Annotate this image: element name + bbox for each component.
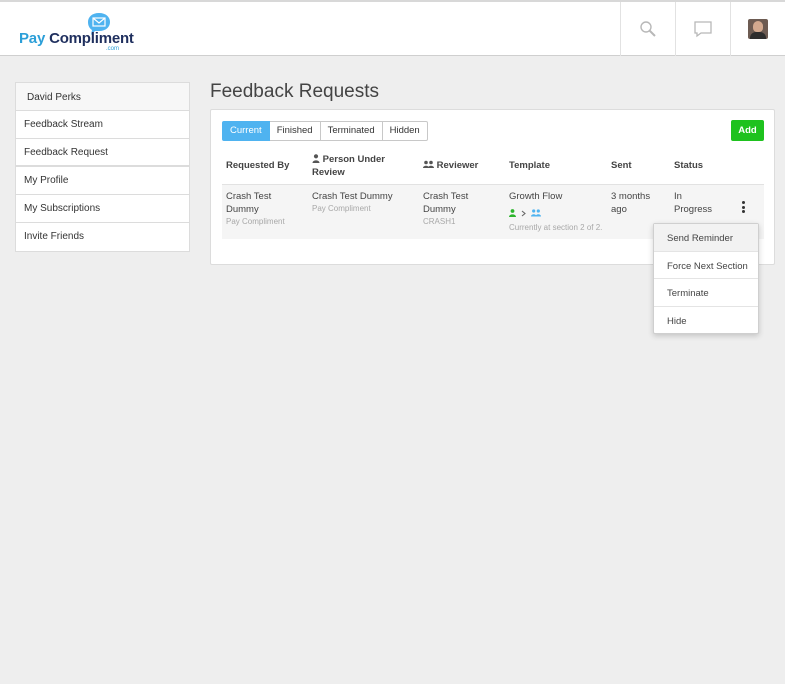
tab-finished[interactable]: Finished (269, 121, 321, 141)
column-header-requested-by: Requested By (226, 160, 290, 171)
messages-button[interactable] (675, 2, 730, 56)
template-progress: Currently at section 2 of 2. (509, 223, 603, 232)
column-header-reviewer-label: Reviewer (436, 160, 479, 171)
add-button[interactable]: Add (731, 120, 764, 141)
requested-by-line-1: Crash Test (226, 191, 272, 202)
sidebar-item-my-subscriptions[interactable]: My Subscriptions (16, 195, 189, 223)
column-header-person-under-review: Person Under Review (312, 153, 385, 179)
column-header-sent: Sent (611, 160, 632, 171)
person-under-review-org: Pay Compliment (312, 204, 371, 213)
person-under-review-name: Crash Test Dummy (312, 191, 393, 202)
menu-item-force-next-section[interactable]: Force Next Section (654, 252, 758, 279)
page-title: Feedback Requests (210, 81, 379, 102)
chevron-right-icon (521, 210, 526, 216)
row-actions-kebab-icon[interactable] (742, 201, 745, 215)
sidebar-item-feedback-request[interactable]: Feedback Request (16, 139, 189, 167)
column-header-reviewer: Reviewer (423, 159, 478, 172)
menu-item-send-reminder[interactable]: Send Reminder (654, 224, 758, 252)
search-icon (640, 21, 656, 37)
column-header-person-label-1: Person Under (322, 154, 385, 165)
reviewer-line-2: Dummy (423, 204, 456, 215)
tab-terminated[interactable]: Terminated (320, 121, 383, 141)
status-line-2: Progress (674, 204, 713, 215)
person-icon (312, 154, 320, 163)
top-bar: Pay Compliment .com (0, 0, 785, 56)
sent-time: 3 months ago (611, 190, 650, 216)
column-header-status: Status (674, 160, 704, 171)
search-button[interactable] (620, 2, 675, 56)
requested-by-org: Pay Compliment (226, 217, 285, 226)
logo-wordmark: Pay Compliment (19, 30, 134, 47)
profile-menu-button[interactable] (730, 2, 785, 56)
sidebar-item-my-profile[interactable]: My Profile (16, 167, 189, 195)
logo-pay: Pay (19, 30, 46, 47)
person-green-icon (509, 209, 516, 217)
requested-by-name: Crash Test Dummy (226, 190, 271, 216)
menu-item-terminate[interactable]: Terminate (654, 279, 758, 307)
tab-hidden[interactable]: Hidden (382, 121, 428, 141)
sent-line-2: ago (611, 204, 627, 215)
column-header-template: Template (509, 160, 551, 171)
avatar (748, 19, 768, 39)
sent-line-1: 3 months (611, 191, 651, 202)
reviewer-code: CRASH1 (423, 217, 456, 226)
logo-domain: .com (106, 46, 120, 52)
sidebar-item-invite-friends[interactable]: Invite Friends (16, 223, 189, 251)
group-blue-icon (531, 209, 541, 217)
row-actions-menu: Send Reminder Force Next Section Termina… (653, 223, 759, 334)
template-flow-icons (509, 209, 541, 217)
sidebar-item-feedback-stream[interactable]: Feedback Stream (16, 111, 189, 139)
menu-item-hide[interactable]: Hide (654, 307, 758, 335)
status-value: In Progress (674, 190, 712, 216)
header-actions (620, 2, 785, 56)
requested-by-line-2: Dummy (226, 204, 259, 215)
group-icon (423, 160, 434, 168)
reviewer-line-1: Crash Test (423, 191, 469, 202)
status-tabs: Current Finished Terminated Hidden (222, 121, 428, 141)
pay-compliment-logo[interactable]: Pay Compliment .com (18, 12, 134, 52)
sidebar: David Perks Feedback Stream Feedback Req… (15, 82, 190, 252)
template-name: Growth Flow (509, 191, 563, 202)
status-line-1: In (674, 191, 682, 202)
sidebar-user-name: David Perks (16, 83, 189, 111)
chat-bubble-icon (694, 21, 712, 38)
logo-compliment: Compliment (49, 30, 134, 47)
tab-current[interactable]: Current (222, 121, 270, 141)
column-header-person-label-2: Review (312, 167, 345, 178)
reviewer-name: Crash Test Dummy (423, 190, 468, 216)
